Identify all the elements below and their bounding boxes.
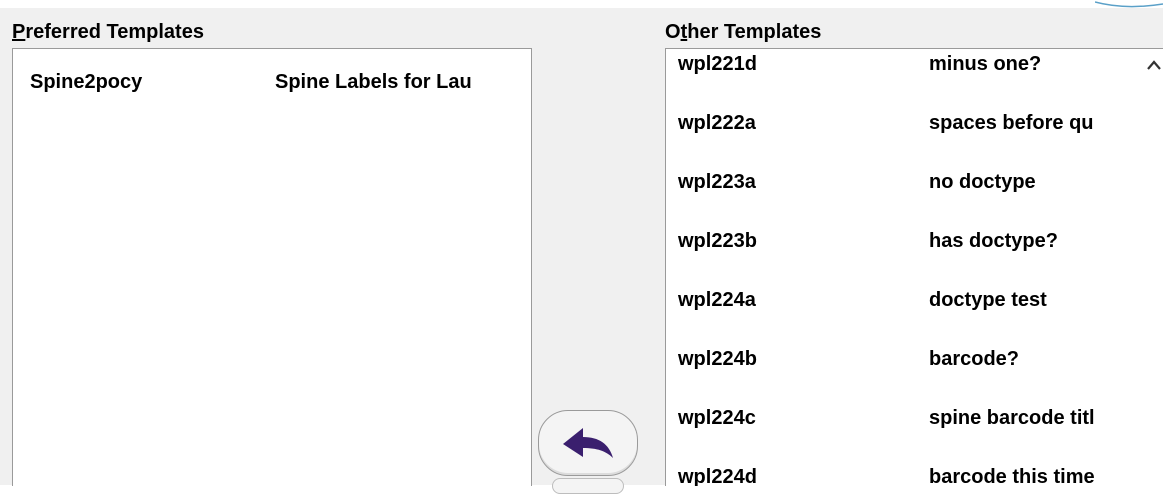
template-code: wpl224d [678, 466, 757, 486]
corner-decoration [1095, 1, 1163, 8]
template-code: Spine2pocy [30, 71, 143, 93]
template-description: has doctype? [929, 230, 1058, 252]
template-description: doctype test [929, 289, 1047, 311]
vertical-scrollbar[interactable] [1142, 49, 1163, 486]
template-code: wpl224a [678, 289, 756, 311]
list-item[interactable]: wpl223a no doctype [666, 171, 1142, 221]
arrow-back-icon [563, 428, 613, 458]
template-description: Spine Labels for Lau [275, 71, 472, 93]
other-templates-list[interactable]: wpl221d minus one? wpl222a spaces before… [665, 48, 1163, 486]
template-code: wpl222a [678, 112, 756, 134]
template-description: spine barcode titl [929, 407, 1095, 429]
template-code: wpl224b [678, 348, 757, 370]
template-code: wpl224c [678, 407, 756, 429]
template-description: barcode this time [929, 466, 1095, 486]
list-item[interactable]: wpl224b barcode? [666, 348, 1142, 398]
list-item[interactable]: wpl224d barcode this time [666, 466, 1142, 486]
list-item[interactable]: wpl224c spine barcode titl [666, 407, 1142, 457]
template-description: spaces before qu [929, 112, 1094, 134]
preferred-templates-label: Preferred Templates [12, 21, 204, 43]
template-description: barcode? [929, 348, 1020, 370]
secondary-move-button[interactable] [552, 478, 624, 494]
list-item[interactable]: Spine2pocy Spine Labels for Lau [13, 71, 531, 121]
other-templates-label: Other Templates [665, 21, 822, 43]
list-item[interactable]: wpl222a spaces before qu [666, 112, 1142, 162]
list-item[interactable]: wpl221d minus one? [666, 53, 1142, 103]
chevron-up-icon[interactable] [1146, 59, 1162, 71]
list-item[interactable]: wpl224a doctype test [666, 289, 1142, 339]
template-code: wpl223a [678, 171, 756, 193]
template-description: no doctype [929, 171, 1036, 193]
template-code: wpl223b [678, 230, 757, 252]
template-description: minus one? [929, 53, 1042, 75]
preferred-templates-list[interactable]: Spine2pocy Spine Labels for Lau [12, 48, 532, 486]
list-item[interactable]: wpl223b has doctype? [666, 230, 1142, 280]
move-to-preferred-button[interactable] [538, 410, 638, 476]
template-code: wpl221d [678, 53, 757, 75]
